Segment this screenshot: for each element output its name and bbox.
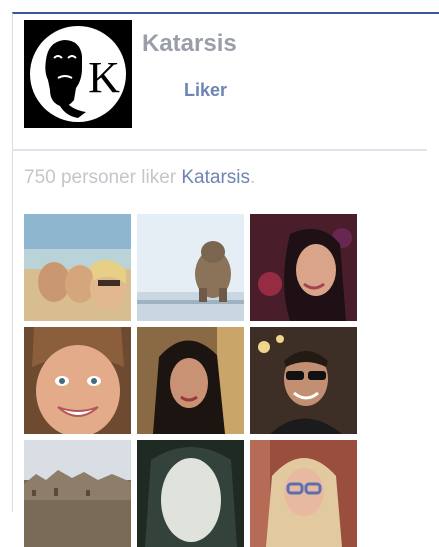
liker-face-4[interactable] bbox=[24, 327, 131, 434]
like-count-suffix: . bbox=[250, 167, 256, 188]
liker-face-3[interactable] bbox=[250, 214, 357, 321]
like-button[interactable]: Liker bbox=[184, 77, 227, 103]
liker-face-7[interactable] bbox=[24, 440, 131, 547]
page-logo[interactable]: K bbox=[24, 20, 132, 128]
bearded-man-logo-icon: K bbox=[24, 20, 132, 128]
liker-face-1[interactable] bbox=[24, 214, 131, 321]
liker-face-5[interactable] bbox=[137, 327, 244, 434]
man-sunglasses-photo bbox=[250, 327, 357, 434]
smiling-woman-photo bbox=[24, 327, 131, 434]
woman-long-dark-hair-photo bbox=[137, 327, 244, 434]
like-count-label: 750 personer liker bbox=[24, 167, 177, 188]
woman-dark-hair-photo bbox=[250, 214, 357, 321]
liker-face-9[interactable] bbox=[250, 440, 357, 547]
liker-face-6[interactable] bbox=[250, 327, 357, 434]
liker-faces-grid bbox=[24, 214, 364, 547]
page-header: K Katarsis Liker bbox=[24, 20, 414, 128]
divider bbox=[12, 149, 427, 151]
like-count-page-link[interactable]: Katarsis bbox=[181, 167, 250, 188]
liker-face-2[interactable] bbox=[137, 214, 244, 321]
woman-pale-face-photo bbox=[137, 440, 244, 547]
city-skyline-photo bbox=[24, 440, 131, 547]
friends-beach-selfie-photo bbox=[24, 214, 131, 321]
like-count-text: 750 personer liker Katarsis. bbox=[24, 167, 255, 189]
svg-text:K: K bbox=[88, 53, 120, 102]
page-name-link[interactable]: Katarsis bbox=[142, 30, 237, 58]
liker-face-8[interactable] bbox=[137, 440, 244, 547]
woman-blonde-glasses-photo bbox=[250, 440, 357, 547]
dog-by-window-photo bbox=[137, 214, 244, 321]
